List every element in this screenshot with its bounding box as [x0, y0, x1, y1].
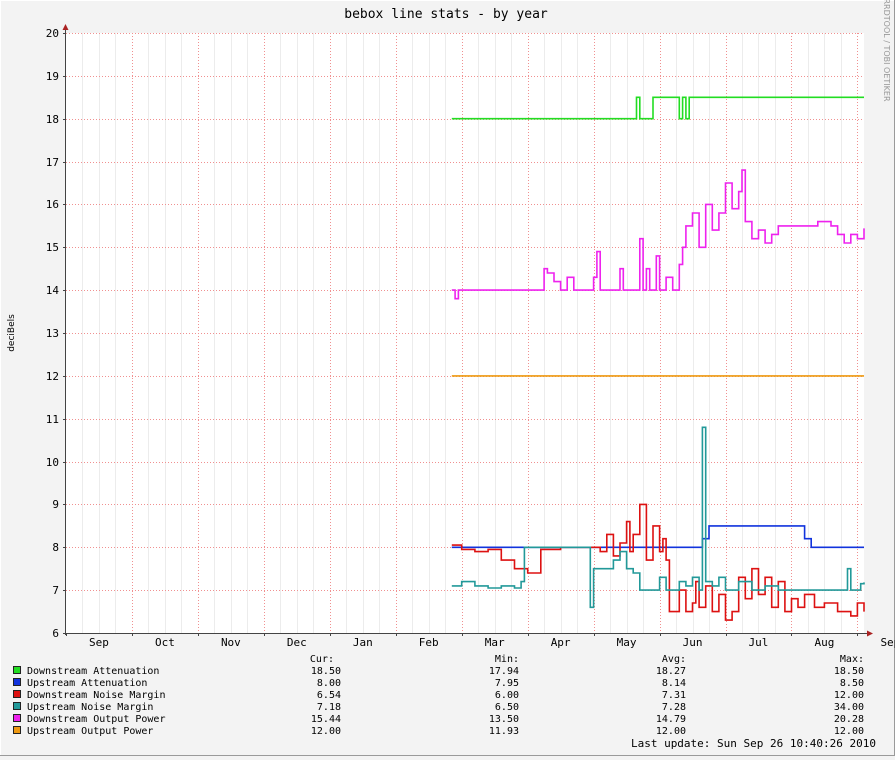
legend-value-avg: 14.79	[656, 714, 686, 725]
legend-header-cur: Cur:	[310, 654, 334, 665]
y-tick-label: 11	[46, 413, 59, 426]
y-tick-label: 13	[46, 327, 59, 340]
y-tick-label: 19	[46, 70, 59, 83]
legend-value-cur: 18.50	[311, 666, 341, 677]
x-tick-label: Jun	[683, 636, 703, 649]
legend-value-cur: 15.44	[311, 714, 341, 725]
legend-value-cur: 8.00	[317, 678, 341, 689]
legend-value-cur: 6.54	[317, 690, 341, 701]
legend-value-min: 11.93	[489, 726, 519, 737]
legend-swatch	[13, 714, 21, 722]
legend-value-avg: 12.00	[656, 726, 686, 737]
legend-value-min: 17.94	[489, 666, 519, 677]
legend-value-min: 6.50	[495, 702, 519, 713]
legend-header-min: Min:	[495, 654, 519, 665]
legend-header-max: Max:	[840, 654, 864, 665]
y-tick-label: 7	[52, 584, 59, 597]
legend-swatch	[13, 690, 21, 698]
legend-swatch	[13, 726, 21, 734]
x-tick-label: Dec	[287, 636, 307, 649]
legend-value-avg: 8.14	[662, 678, 686, 689]
legend-value-max: 12.00	[834, 726, 864, 737]
legend-series-name: Upstream Output Power	[27, 726, 153, 737]
chart-title: bebox line stats - by year	[344, 7, 548, 22]
chart-svg: 6 7 8 9 10 11 12 13 14 15 16 17 18 19 20 Sep Oct Nov Dec Ja…	[0, 0, 895, 756]
x-tick-label: Nov	[221, 636, 241, 649]
legend-value-avg: 7.28	[662, 702, 686, 713]
legend-series-name: Downstream Noise Margin	[27, 690, 165, 701]
x-tick-label: May	[617, 636, 637, 649]
legend-series-name: Downstream Output Power	[27, 714, 165, 725]
y-tick-label: 6	[52, 627, 59, 640]
legend-series-name: Upstream Noise Margin	[27, 702, 153, 713]
legend-swatch	[13, 702, 21, 710]
x-tick-label: Mar	[485, 636, 505, 649]
legend-value-max: 18.50	[834, 666, 864, 677]
legend-value-avg: 7.31	[662, 690, 686, 701]
y-tick-label: 16	[46, 198, 59, 211]
legend-swatch	[13, 678, 21, 686]
y-tick-label: 10	[46, 456, 59, 469]
x-tick-label: Oct	[155, 636, 175, 649]
legend-value-max: 34.00	[834, 702, 864, 713]
watermark: RRDTOOL / TOBI OETIKER	[882, 0, 891, 102]
y-tick-label: 20	[46, 27, 59, 40]
legend-value-avg: 18.27	[656, 666, 686, 677]
x-tick-label: Jul	[749, 636, 769, 649]
y-tick-label: 12	[46, 370, 59, 383]
legend-value-min: 7.95	[495, 678, 519, 689]
y-tick-label: 15	[46, 241, 59, 254]
y-tick-label: 8	[52, 541, 59, 554]
x-tick-label: Sep	[880, 636, 895, 649]
legend-value-max: 8.50	[840, 678, 864, 689]
legend-header-avg: Avg:	[662, 654, 686, 665]
y-axis-label: deciBels	[7, 314, 17, 352]
x-tick-label: Feb	[419, 636, 439, 649]
last-update: Last update: Sun Sep 26 10:40:26 2010	[631, 737, 876, 750]
legend-series-name: Upstream Attenuation	[27, 678, 147, 689]
legend-series-name: Downstream Attenuation	[27, 666, 159, 677]
legend-value-min: 6.00	[495, 690, 519, 701]
legend-value-min: 13.50	[489, 714, 519, 725]
x-tick-label: Aug	[814, 636, 834, 649]
x-tick-label: Jan	[353, 636, 373, 649]
y-tick-label: 9	[52, 498, 59, 511]
legend-value-cur: 12.00	[311, 726, 341, 737]
x-tick-label: Apr	[551, 636, 571, 649]
legend-swatch	[13, 666, 21, 674]
legend-value-max: 12.00	[834, 690, 864, 701]
x-tick-label: Sep	[89, 636, 109, 649]
y-tick-label: 18	[46, 113, 59, 126]
legend-value-cur: 7.18	[317, 702, 341, 713]
legend-value-max: 20.28	[834, 714, 864, 725]
y-tick-label: 17	[46, 156, 59, 169]
chart-container: 6 7 8 9 10 11 12 13 14 15 16 17 18 19 20 Sep Oct Nov Dec Ja…	[0, 0, 895, 756]
y-tick-label: 14	[46, 284, 60, 297]
